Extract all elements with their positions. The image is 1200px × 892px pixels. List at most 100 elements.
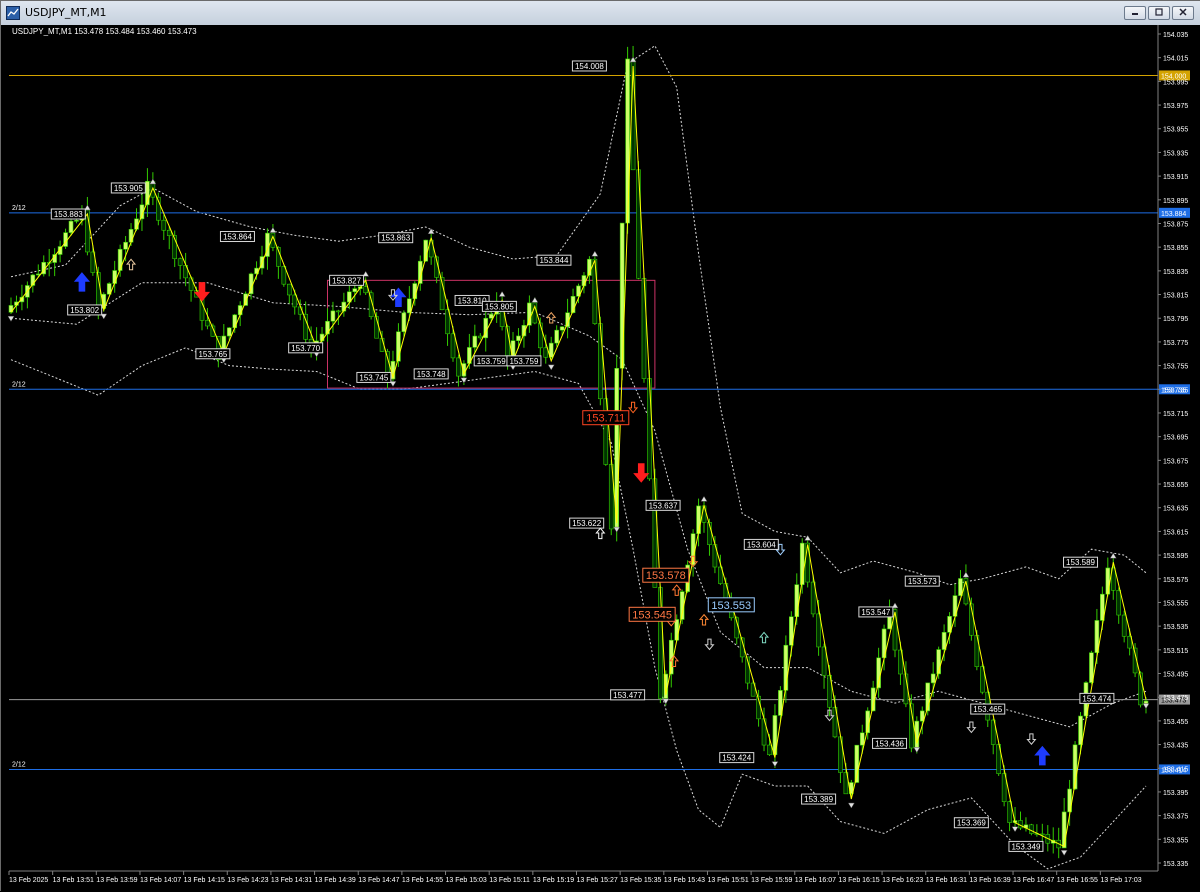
price-tick-label: 153.875 <box>1163 221 1188 228</box>
swing-price-label: 153.349 <box>1011 842 1040 851</box>
time-tick-label: 13 Feb 13:51 <box>53 877 94 884</box>
candle-bull <box>1105 567 1111 595</box>
price-tick-label: 153.515 <box>1163 648 1188 655</box>
restore-icon <box>1155 8 1163 16</box>
swing-price-label: 153.802 <box>70 306 99 315</box>
minimize-icon <box>1132 13 1138 15</box>
price-tick-label: 153.555 <box>1163 600 1188 607</box>
price-tick-label: 153.615 <box>1163 529 1188 536</box>
price-tick-label: 153.575 <box>1163 577 1188 584</box>
candle-bear <box>767 744 772 756</box>
candle-bear <box>456 357 461 377</box>
candle-bull <box>226 327 232 337</box>
swing-price-label: 153.465 <box>973 705 1002 714</box>
swing-price-label: 154.008 <box>575 62 604 71</box>
chart-window: USDJPY_MT,M1 USDJPY_MT,M1 153.478 153.48… <box>0 0 1200 892</box>
candle-bear <box>543 347 549 358</box>
key-price-label: 153.553 <box>711 600 751 612</box>
candle-bear <box>1029 824 1034 834</box>
time-tick-label: 13 Feb 2025 <box>9 877 48 884</box>
candle-bull <box>859 732 865 746</box>
time-tick-label: 13 Feb 16:31 <box>926 877 967 884</box>
candle-bull <box>930 673 936 684</box>
swing-price-label: 153.547 <box>861 608 890 617</box>
minimize-button[interactable] <box>1124 6 1146 20</box>
price-chart[interactable]: USDJPY_MT,M1 153.478 153.484 153.460 153… <box>1 25 1200 892</box>
time-tick-label: 13 Feb 15:19 <box>533 877 574 884</box>
candle-bull <box>554 329 559 344</box>
close-button[interactable] <box>1172 6 1194 20</box>
candle-bear <box>805 542 810 583</box>
candle-bull <box>674 619 680 641</box>
price-tick-label: 153.675 <box>1163 458 1188 465</box>
time-tick-label: 13 Feb 15:51 <box>707 877 748 884</box>
swing-price-label: 153.474 <box>1082 694 1111 703</box>
swing-price-label: 153.863 <box>381 234 410 243</box>
candle-bull <box>352 288 358 293</box>
price-tick-label: 154.035 <box>1163 32 1188 39</box>
swing-price-label: 153.827 <box>332 276 361 285</box>
time-tick-label: 13 Feb 15:35 <box>620 877 661 884</box>
time-tick-label: 13 Feb 14:39 <box>315 877 356 884</box>
swing-price-label: 153.883 <box>54 210 83 219</box>
price-tick-label: 153.815 <box>1163 293 1188 300</box>
candle-bear <box>286 283 292 296</box>
swing-price-label: 153.770 <box>291 344 320 353</box>
restore-button[interactable] <box>1148 6 1170 20</box>
price-tick-label: 153.455 <box>1163 719 1188 726</box>
swing-price-label: 153.369 <box>957 819 986 828</box>
chart-header-text: USDJPY_MT,M1 153.478 153.484 153.460 153… <box>12 27 197 36</box>
time-tick-label: 13 Feb 16:47 <box>1013 877 1054 884</box>
swing-price-label: 153.745 <box>359 373 388 382</box>
price-tick-label: 153.415 <box>1163 766 1188 773</box>
time-tick-label: 13 Feb 16:23 <box>882 877 923 884</box>
price-tick-label: 153.935 <box>1163 150 1188 157</box>
time-tick-label: 13 Feb 17:03 <box>1100 877 1141 884</box>
candle-bull <box>794 584 800 618</box>
swing-price-label: 153.748 <box>417 370 446 379</box>
candle-bull <box>516 335 521 341</box>
price-tick-label: 153.695 <box>1163 435 1188 442</box>
candle-bear <box>161 219 167 231</box>
time-tick-label: 13 Feb 14:47 <box>358 877 399 884</box>
time-tick-label: 13 Feb 15:59 <box>751 877 792 884</box>
swing-price-label: 153.424 <box>722 754 751 763</box>
price-tick-label: 153.995 <box>1163 79 1188 86</box>
candle-bull <box>472 335 478 348</box>
candle-bear <box>598 323 603 400</box>
close-icon <box>1179 8 1187 16</box>
candle-bull <box>1061 811 1067 849</box>
swing-price-label: 153.389 <box>804 795 833 804</box>
candle-bear <box>177 258 183 266</box>
time-tick-label: 13 Feb 16:55 <box>1057 877 1098 884</box>
key-price-label: 153.545 <box>632 609 672 621</box>
time-tick-label: 13 Feb 16:15 <box>838 877 879 884</box>
level-left-text: 2/12 <box>12 381 26 388</box>
price-tick-label: 153.395 <box>1163 790 1188 797</box>
candle-bull <box>696 505 701 534</box>
candle-bear <box>303 313 308 340</box>
time-tick-label: 13 Feb 14:23 <box>227 877 268 884</box>
time-tick-label: 13 Feb 15:43 <box>664 877 705 884</box>
swing-price-label: 153.436 <box>875 739 904 748</box>
candle-bull <box>527 302 532 326</box>
window-title: USDJPY_MT,M1 <box>25 6 107 19</box>
candle-bear <box>336 310 341 313</box>
time-tick-label: 13 Feb 13:59 <box>96 877 137 884</box>
candle-bear <box>363 286 368 294</box>
candle-bull <box>619 222 625 369</box>
price-tick-label: 153.735 <box>1163 387 1188 394</box>
price-tick-label: 153.655 <box>1163 482 1188 489</box>
price-tick-label: 153.895 <box>1163 198 1188 205</box>
time-tick-label: 13 Feb 15:03 <box>446 877 487 884</box>
price-tick-label: 153.475 <box>1163 695 1188 702</box>
candle-bear <box>647 378 652 480</box>
title-bar[interactable]: USDJPY_MT,M1 <box>1 1 1200 26</box>
swing-price-label: 153.589 <box>1066 558 1095 567</box>
price-tick-label: 153.855 <box>1163 245 1188 252</box>
swing-price-label: 153.477 <box>613 691 642 700</box>
price-tick-label: 153.915 <box>1163 174 1188 181</box>
price-tick-label: 153.355 <box>1163 837 1188 844</box>
time-tick-label: 13 Feb 14:55 <box>402 877 443 884</box>
time-tick-label: 13 Feb 14:07 <box>140 877 181 884</box>
